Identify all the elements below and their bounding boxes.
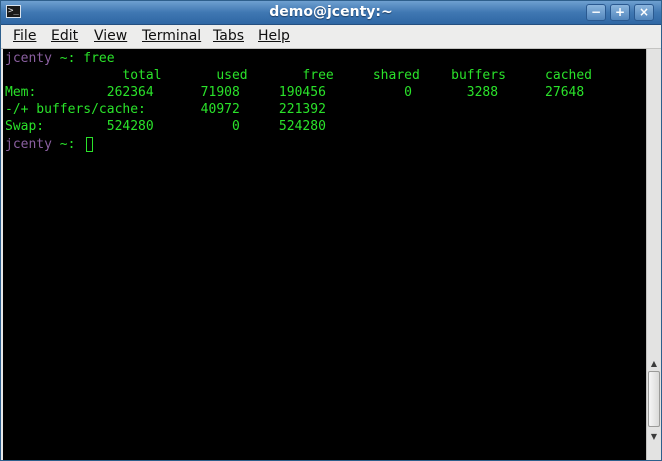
title-bar[interactable]: >_ demo@jcenty:~ − + × <box>1 1 661 25</box>
maximize-button[interactable]: + <box>610 4 630 21</box>
minimize-button[interactable]: − <box>586 4 606 21</box>
menu-tabs-label: Tabs <box>213 28 244 44</box>
prompt-suffix: ~: <box>51 51 84 66</box>
output-buffers-cache-line: -/+ buffers/cache: 40972 221392 <box>5 102 326 117</box>
scrollbar-thumb[interactable] <box>648 371 660 427</box>
prompt-line: jcenty ~: <box>5 136 83 153</box>
prompt-user: jcenty <box>5 51 52 66</box>
terminal-screen[interactable]: jcenty ~: free total used free shared bu… <box>3 49 646 460</box>
command-line: jcenty ~: free <box>5 50 115 67</box>
command-text: free <box>83 51 115 66</box>
menu-view-label: View <box>94 28 128 44</box>
menu-help[interactable]: Help <box>258 27 290 45</box>
menu-edit-label: Edit <box>51 28 79 44</box>
output-header-line: total used free shared buffers cached <box>5 68 592 83</box>
menu-tabs[interactable]: Tabs <box>213 27 244 45</box>
menu-terminal[interactable]: Terminal <box>142 27 201 45</box>
menu-file-label: File <box>13 28 37 44</box>
prompt-suffix-2: ~: <box>51 137 84 152</box>
prompt-user-2: jcenty <box>5 137 52 152</box>
menu-file[interactable]: File <box>13 27 36 45</box>
terminal-cursor <box>86 137 93 152</box>
vertical-scrollbar[interactable]: ▲ ▼ <box>646 49 661 460</box>
scroll-up-arrow-icon[interactable]: ▲ <box>648 356 660 371</box>
scroll-down-arrow-icon[interactable]: ▼ <box>648 429 660 444</box>
menu-help-label: Help <box>258 28 290 44</box>
menu-terminal-label: Terminal <box>142 28 202 44</box>
menu-view[interactable]: View <box>94 27 127 45</box>
terminal-window: >_ demo@jcenty:~ − + × File Edit View Te… <box>0 0 662 461</box>
window-title: demo@jcenty:~ <box>269 4 393 20</box>
menu-edit[interactable]: Edit <box>51 27 78 45</box>
menu-bar: File Edit View Terminal Tabs Help <box>1 25 661 49</box>
close-button[interactable]: × <box>634 4 654 21</box>
output-swap-line: Swap: 524280 0 524280 <box>5 119 326 134</box>
output-mem-line: Mem: 262364 71908 190456 0 3288 27648 <box>5 85 585 100</box>
